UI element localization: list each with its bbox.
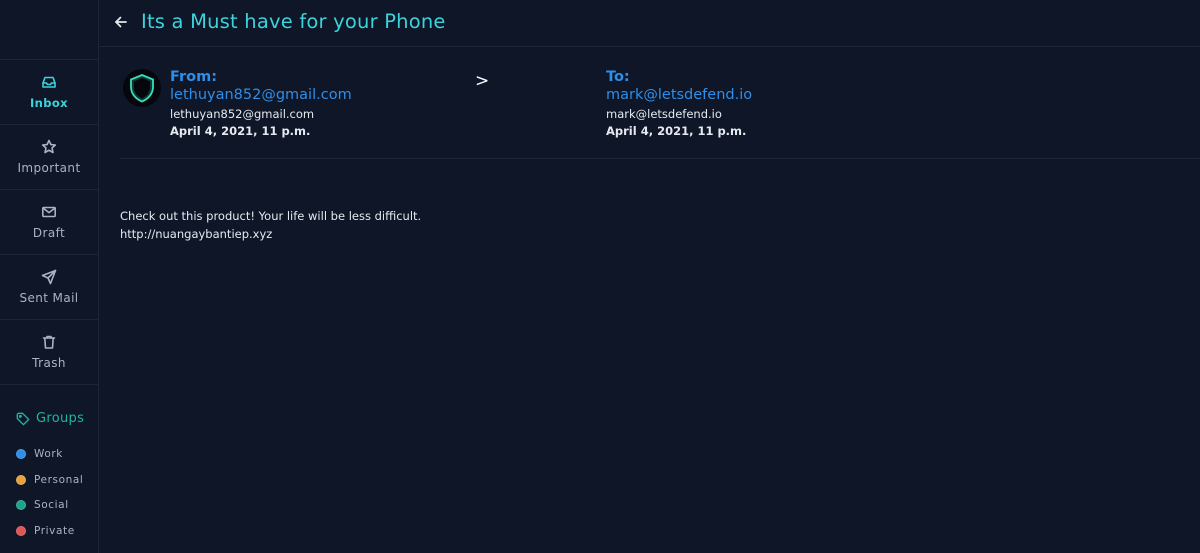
sidebar-item-important[interactable]: Important [0,125,98,190]
group-item-work[interactable]: Work [16,448,63,460]
group-item-personal[interactable]: Personal [16,474,83,486]
sidebar-item-label: Sent Mail [19,291,79,305]
sidebar: Inbox Important Draft Sent Mail Trash Gr… [0,0,99,553]
group-label: Personal [34,474,84,486]
group-color-dot [16,449,26,459]
trash-icon [42,335,56,349]
from-address: lethuyan852@gmail.com [170,107,315,121]
to-address: mark@letsdefend.io [606,107,722,121]
sidebar-item-label: Important [17,161,81,175]
sidebar-item-label: Trash [32,356,66,370]
star-icon [41,139,57,154]
tag-icon [16,412,30,425]
mail-icon [41,206,56,218]
from-date: April 4, 2021, 11 p.m. [170,124,311,138]
inbox-icon [42,76,56,88]
sidebar-item-draft[interactable]: Draft [0,190,98,255]
group-label: Private [34,525,75,537]
email-body-line: Check out this product! Your life will b… [120,209,422,223]
email-body-link[interactable]: http://nuangaybantiep.xyz [120,225,421,243]
sidebar-item-label: Inbox [29,96,69,110]
group-item-private[interactable]: Private [16,525,75,537]
to-section: To: mark@letsdefend.io mark@letsdefend.i… [606,69,752,140]
email-body: Check out this product! Your life will b… [120,207,421,243]
email-subject: Its a Must have for your Phone [141,10,446,33]
arrow-left-icon [115,16,127,28]
sidebar-item-trash[interactable]: Trash [0,320,98,385]
sender-avatar [123,69,161,107]
group-label: Work [34,448,63,460]
sidebar-item-inbox[interactable]: Inbox [0,60,98,125]
email-header: Its a Must have for your Phone [99,0,1200,47]
back-button[interactable] [113,14,129,30]
sidebar-top [0,0,98,60]
from-section: From: lethuyan852@gmail.com lethuyan852@… [170,69,352,140]
direction-separator: > [475,71,490,91]
shield-icon [130,74,154,103]
send-icon [41,269,57,285]
to-date: April 4, 2021, 11 p.m. [606,124,747,138]
group-color-dot [16,500,26,510]
groups-header: Groups [16,411,84,426]
group-color-dot [16,475,26,485]
email-meta: From: lethuyan852@gmail.com lethuyan852@… [120,58,1200,159]
to-address-link[interactable]: mark@letsdefend.io [606,86,752,105]
group-label: Social [34,499,69,511]
group-color-dot [16,526,26,536]
from-heading: From: [170,69,217,85]
group-item-social[interactable]: Social [16,499,69,511]
sidebar-item-sent-mail[interactable]: Sent Mail [0,255,98,320]
sidebar-item-label: Draft [32,226,66,240]
groups-label: Groups [36,411,85,426]
to-heading: To: [606,69,630,85]
from-address-link[interactable]: lethuyan852@gmail.com [170,86,352,105]
